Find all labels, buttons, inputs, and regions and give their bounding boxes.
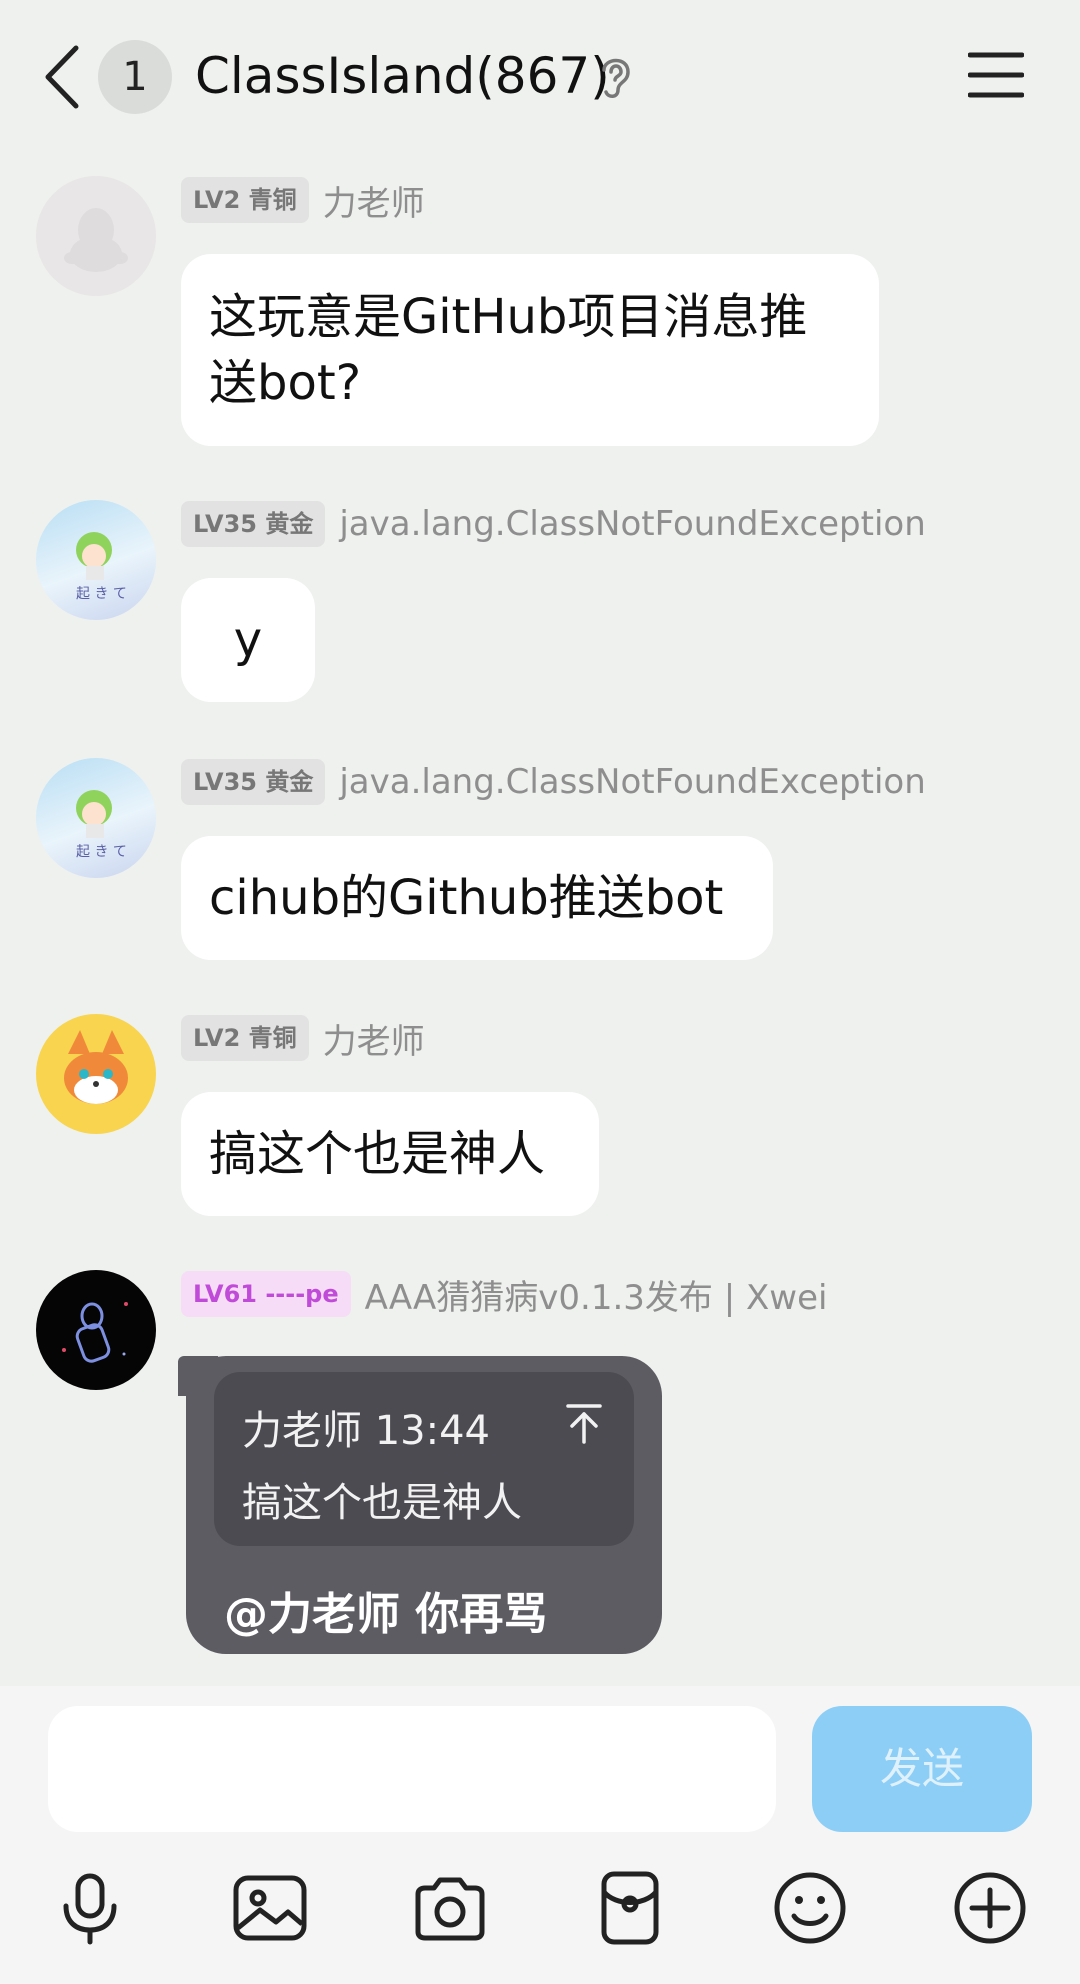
message-text: 这玩意是GitHub项目消息推	[209, 289, 808, 345]
quote-header: 力老师 13:44	[242, 1408, 490, 1454]
astronaut-avatar-icon	[62, 1302, 128, 1363]
quote-text: 搞这个也是神人	[242, 1480, 522, 1526]
chat-header: 1 ClassIsland(867)	[0, 0, 1080, 150]
level-badge: LV35 黄金	[181, 501, 326, 547]
input-toolbar	[0, 1850, 1080, 1984]
fox-avatar-icon	[64, 1030, 128, 1104]
plus-icon[interactable]	[952, 1870, 1028, 1946]
message-input[interactable]	[48, 1706, 776, 1832]
sender-meta: LV35 黄金 java.lang.ClassNotFoundException	[181, 500, 926, 548]
message-bubble[interactable]: cihub的Github推送bot	[181, 836, 773, 960]
camera-icon[interactable]	[412, 1870, 488, 1946]
message-text: @力老师 你再骂	[224, 1589, 548, 1640]
menu-icon[interactable]	[968, 50, 1024, 100]
message-bubble[interactable]: y	[181, 578, 315, 702]
message-text: 送bot?	[209, 355, 362, 411]
svg-text:起 き て: 起 き て	[76, 844, 127, 860]
message-text: 搞这个也是神人	[209, 1126, 546, 1182]
sender-meta: LV2 青铜 力老师	[181, 176, 425, 224]
avatar[interactable]	[36, 1270, 156, 1390]
avatar[interactable]	[36, 1014, 156, 1134]
red-packet-icon[interactable]	[592, 1870, 668, 1946]
message-text: cihub的Github推送bot	[209, 870, 724, 926]
sender-name[interactable]: 力老师	[323, 176, 425, 225]
avatar[interactable]: 起 き て	[36, 500, 156, 620]
message-text: y	[233, 612, 263, 668]
sender-name[interactable]: AAA猜猜病v0.1.3发布 | Xwei	[365, 1270, 828, 1319]
sender-meta: LV35 黄金 java.lang.ClassNotFoundException	[181, 758, 926, 806]
sender-name[interactable]: 力老师	[323, 1014, 425, 1063]
message-bubble[interactable]: 这玩意是GitHub项目消息推 送bot?	[181, 254, 879, 446]
emoji-icon[interactable]	[772, 1870, 848, 1946]
level-badge: LV61 ----pe	[181, 1271, 351, 1317]
sender-meta: LV61 ----pe AAA猜猜病v0.1.3发布 | Xwei	[181, 1270, 827, 1318]
microphone-icon[interactable]	[52, 1870, 128, 1946]
jump-to-quote-icon[interactable]	[564, 1402, 604, 1446]
message-bubble[interactable]: 搞这个也是神人	[181, 1092, 599, 1216]
sender-name[interactable]: java.lang.ClassNotFoundException	[339, 762, 925, 802]
level-badge: LV35 黄金	[181, 759, 326, 805]
level-badge: LV2 青铜	[181, 177, 309, 223]
chat-title[interactable]: ClassIsland(867)	[195, 46, 610, 106]
avatar[interactable]	[36, 176, 156, 296]
anime-avatar-icon: 起 き て	[76, 790, 127, 860]
sender-meta: LV2 青铜 力老师	[181, 1014, 425, 1062]
penguin-avatar-icon	[64, 208, 128, 272]
ear-icon[interactable]	[598, 54, 634, 100]
image-icon[interactable]	[232, 1870, 308, 1946]
level-badge: LV2 青铜	[181, 1015, 309, 1061]
avatar[interactable]: 起 き て	[36, 758, 156, 878]
send-button[interactable]: 发送	[812, 1706, 1032, 1832]
back-arrow-icon[interactable]	[40, 42, 84, 112]
sender-name[interactable]: java.lang.ClassNotFoundException	[339, 504, 925, 544]
anime-avatar-icon: 起 き て	[76, 532, 127, 602]
svg-text:起 き て: 起 き て	[76, 586, 127, 602]
unread-badge[interactable]: 1	[98, 40, 172, 114]
